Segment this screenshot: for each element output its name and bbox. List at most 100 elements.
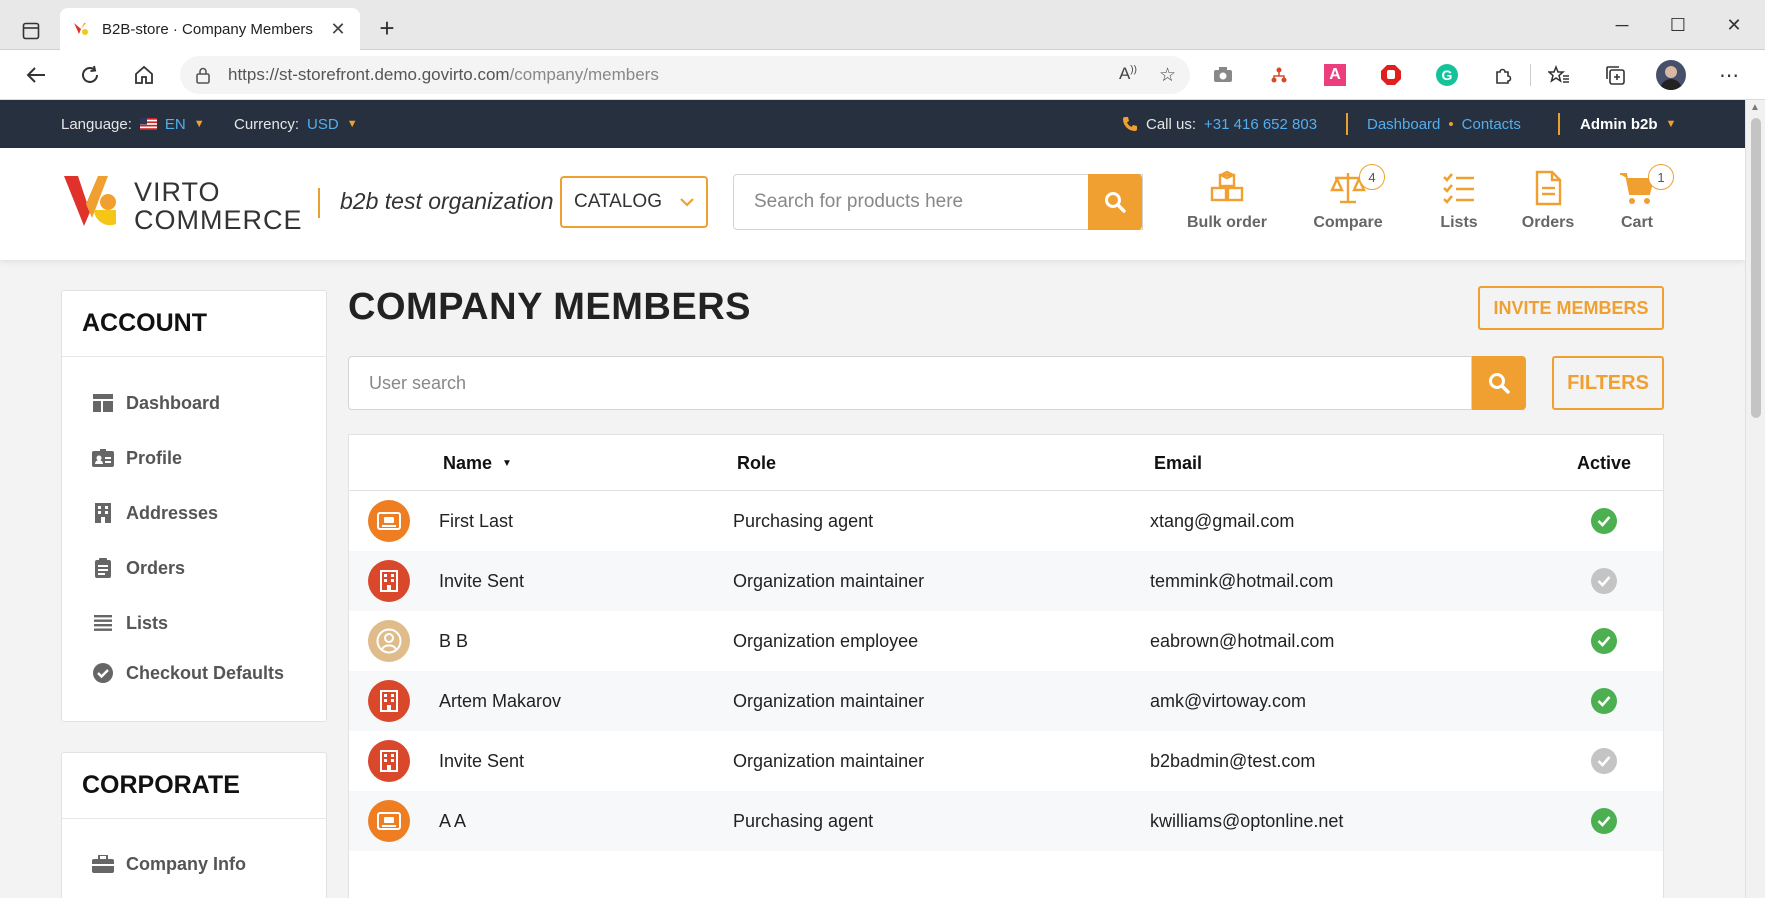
- building-icon: [368, 560, 410, 602]
- sidebar-item-dashboard[interactable]: Dashboard: [92, 392, 220, 414]
- scroll-up-icon[interactable]: ▲: [1750, 102, 1760, 113]
- tab-actions-icon[interactable]: [14, 14, 48, 48]
- org-separator: [318, 188, 320, 218]
- font-extension-icon[interactable]: A: [1322, 62, 1348, 88]
- collections-icon[interactable]: [1602, 62, 1628, 88]
- building-icon: [368, 680, 410, 722]
- maximize-icon[interactable]: ☐: [1650, 10, 1706, 40]
- browser-tabstrip: B2B-store · Company Members ✕ + ─ ☐ ✕: [0, 0, 1765, 50]
- inactive-check-icon: [1591, 748, 1617, 774]
- cart-link[interactable]: Cart 1: [1582, 164, 1692, 240]
- filters-button[interactable]: FILTERS: [1552, 356, 1664, 410]
- column-active-header: Active: [1577, 453, 1632, 473]
- orders-label: Orders: [1521, 214, 1575, 231]
- grammarly-icon[interactable]: G: [1434, 62, 1460, 88]
- sidebar-item-lists[interactable]: Lists: [92, 612, 168, 634]
- bulk-order-link[interactable]: Bulk order: [1172, 170, 1282, 240]
- briefcase-icon: [92, 853, 114, 875]
- page-title: COMPANY MEMBERS: [348, 286, 752, 328]
- member-name[interactable]: Invite Sent: [439, 751, 524, 772]
- user-icon: [368, 620, 410, 662]
- id-card-icon: [368, 800, 410, 842]
- more-menu-icon[interactable]: ⋯: [1716, 62, 1742, 88]
- member-name[interactable]: First Last: [439, 511, 513, 532]
- sidebar-item-checkout-defaults[interactable]: Checkout Defaults: [92, 662, 284, 684]
- contacts-link[interactable]: Contacts: [1462, 116, 1521, 133]
- column-name-header[interactable]: Name ▼: [443, 453, 512, 474]
- tab-title: B2B-store · Company Members: [102, 20, 313, 38]
- language-label: Language:: [61, 115, 132, 133]
- phone-link[interactable]: +31 416 652 803: [1204, 116, 1317, 133]
- compare-link[interactable]: Compare 4: [1293, 164, 1403, 240]
- page-scrollbar[interactable]: ▲: [1745, 100, 1765, 898]
- topbar-separator: [1558, 113, 1560, 135]
- dashboard-link[interactable]: Dashboard: [1367, 116, 1440, 133]
- user-menu[interactable]: Admin b2b ▼: [1580, 100, 1676, 148]
- member-name[interactable]: Invite Sent: [439, 571, 524, 592]
- member-name[interactable]: A A: [439, 811, 466, 832]
- table-row[interactable]: Artem Makarov Organization maintainer amk@…: [349, 671, 1663, 731]
- tab-close-icon[interactable]: ✕: [328, 19, 348, 40]
- search-icon: [1489, 373, 1510, 394]
- cart-label: Cart: [1620, 214, 1653, 231]
- active-check-icon: [1591, 508, 1617, 534]
- home-icon[interactable]: [128, 59, 160, 91]
- user-search-button[interactable]: [1472, 356, 1526, 410]
- browser-tab[interactable]: B2B-store · Company Members ✕: [60, 8, 360, 50]
- invite-members-button[interactable]: INVITE MEMBERS: [1478, 286, 1664, 330]
- member-name[interactable]: Artem Makarov: [439, 691, 561, 712]
- call-label: Call us:: [1146, 115, 1197, 133]
- new-tab-icon[interactable]: +: [372, 14, 402, 44]
- table-row[interactable]: A A Purchasing agent kwilliams@optonline.n…: [349, 791, 1663, 851]
- member-email: amk@virtoway.com: [1150, 691, 1306, 711]
- member-email: b2badmin@test.com: [1150, 751, 1316, 771]
- url-host: https://st-storefront.demo.govirto.com: [228, 65, 510, 84]
- table-row[interactable]: First Last Purchasing agent xtang@gmail.co…: [349, 491, 1663, 551]
- refresh-icon[interactable]: [74, 59, 106, 91]
- member-role: Organization maintainer: [733, 691, 925, 711]
- toolbar-divider: [1530, 64, 1531, 86]
- extensions-icon[interactable]: [1490, 62, 1516, 88]
- language-value: EN: [164, 115, 186, 133]
- sidebar-item-label: Lists: [126, 612, 169, 633]
- user-search-input[interactable]: [369, 372, 1451, 394]
- minimize-icon[interactable]: ─: [1594, 10, 1650, 40]
- language-selector[interactable]: Language: EN ▼: [61, 100, 205, 148]
- currency-value: USD: [307, 115, 339, 133]
- call-us: Call us: +31 416 652 803: [1122, 100, 1317, 148]
- chevron-down-icon: ▼: [346, 118, 358, 130]
- favorites-icon[interactable]: [1546, 62, 1572, 88]
- sidebar-item-company-info[interactable]: Company Info: [92, 853, 246, 875]
- address-bar[interactable]: https://st-storefront.demo.govirto.com/c…: [180, 56, 1190, 94]
- catalog-button[interactable]: CATALOG: [560, 176, 708, 228]
- product-search-button[interactable]: [1088, 174, 1142, 230]
- favorite-add-icon[interactable]: ☆: [1159, 64, 1176, 87]
- sidebar-item-label: Orders: [126, 557, 186, 578]
- product-search-input[interactable]: [754, 191, 1122, 213]
- chevron-down-icon: [680, 194, 694, 210]
- sidebar-item-profile[interactable]: Profile: [92, 447, 182, 469]
- table-row[interactable]: Invite Sent Organization maintainer b2badm…: [349, 731, 1663, 791]
- scrollbar-thumb[interactable]: [1751, 118, 1761, 418]
- user-search: [348, 356, 1472, 410]
- back-icon[interactable]: [20, 59, 52, 91]
- user-menu-label: Admin b2b: [1580, 115, 1658, 133]
- currency-selector[interactable]: Currency: USD ▼: [234, 100, 358, 148]
- adblock-icon[interactable]: [1378, 62, 1404, 88]
- table-row[interactable]: B B Organization employee eabrown@hotmail.…: [349, 611, 1663, 671]
- profile-avatar[interactable]: [1656, 60, 1686, 90]
- column-email-header: Email: [1154, 453, 1203, 473]
- member-email: kwilliams@optonline.net: [1150, 811, 1344, 831]
- list-icon: [92, 612, 114, 634]
- read-aloud-icon[interactable]: A)): [1119, 64, 1137, 87]
- sidebar-item-orders[interactable]: Orders: [92, 557, 185, 579]
- member-name[interactable]: B B: [439, 631, 468, 652]
- table-row[interactable]: Invite Sent Organization maintainer temmin…: [349, 551, 1663, 611]
- close-window-icon[interactable]: ✕: [1706, 10, 1762, 40]
- sidebar-item-addresses[interactable]: Addresses: [92, 502, 218, 524]
- active-check-icon: [1591, 628, 1617, 654]
- us-flag-icon: [139, 118, 157, 130]
- member-email: temmink@hotmail.com: [1150, 571, 1334, 591]
- camera-icon[interactable]: [1210, 62, 1236, 88]
- network-extension-icon[interactable]: [1266, 62, 1292, 88]
